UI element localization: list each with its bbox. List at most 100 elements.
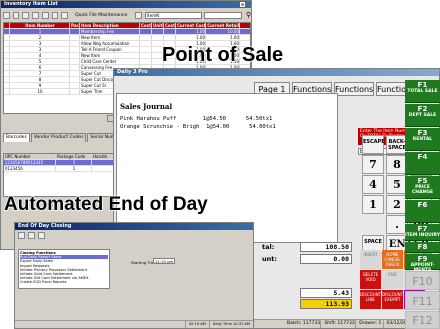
table-cell: [164, 29, 176, 34]
table-cell: 3: [10, 41, 70, 46]
table-cell: 0123456: [4, 166, 56, 171]
amount-value: 0.00: [300, 254, 352, 264]
f8-key[interactable]: F8: [405, 242, 440, 253]
point-of-sale-caption: Point of Sale: [161, 43, 284, 67]
column-header[interactable]: UnitFI: [152, 23, 164, 28]
column-header[interactable]: Current Cost: [176, 23, 206, 28]
binoculars-icon[interactable]: ⚲: [246, 11, 251, 19]
table-cell: Membership Fee: [80, 29, 140, 34]
key-7[interactable]: 7: [362, 155, 384, 174]
column-header[interactable]: Handle: [92, 154, 114, 159]
quick-file-maintenance-label: Quick File Maintenance: [75, 12, 128, 18]
table-cell: 2: [10, 35, 70, 40]
sales-journal-title: Sales Journal: [120, 102, 173, 111]
f3-rental-key[interactable]: F3 RENTAL: [405, 128, 440, 151]
run-icon[interactable]: [18, 232, 25, 239]
settings-icon[interactable]: [28, 232, 35, 239]
table-cell: 5: [10, 59, 70, 64]
drawer-status: Drawer: 1: [356, 320, 384, 328]
fkey-label: F1: [417, 81, 428, 89]
eod-toolbar: [18, 232, 48, 239]
delete-void-key[interactable]: DELETE VOID: [360, 270, 381, 289]
key-4[interactable]: 4: [362, 175, 384, 194]
table-cell: [140, 41, 152, 46]
fkey-caption: RENTAL: [412, 137, 433, 142]
insert-key[interactable]: INSERT: [360, 250, 381, 269]
table-cell: [70, 65, 80, 70]
f1-total-sale-key[interactable]: F1 TOTAL SALE: [405, 80, 440, 103]
discount-line-key[interactable]: DISCOUNT LINE: [360, 290, 381, 309]
eod-status-time: 02:19 AM: [184, 321, 209, 328]
column-header[interactable]: Current Retail: [206, 23, 240, 28]
filter-icon[interactable]: [135, 11, 142, 19]
f10-key[interactable]: F10: [405, 271, 440, 290]
tab-vendor-product-codes[interactable]: Vendor Product Codes: [30, 133, 87, 142]
open-icon[interactable]: [12, 11, 20, 19]
escape-key[interactable]: ESCAPE: [362, 135, 385, 154]
column-header[interactable]: Item Description: [80, 23, 140, 28]
column-header[interactable]: CostF: [164, 23, 176, 28]
f7-item-inquiry-key[interactable]: F7 ITEM INQUIRY: [405, 224, 440, 241]
column-header[interactable]: Cost: [140, 23, 152, 28]
table-cell: [70, 47, 80, 52]
search-icon[interactable]: [51, 11, 59, 19]
fkey-label: F3: [417, 129, 428, 137]
f11-key[interactable]: F11: [405, 291, 440, 310]
journal-line[interactable]: Pink Harahou Puff 1@54.50 54.50tx1: [120, 116, 272, 122]
eod-title: End Of Day Closing: [18, 223, 72, 229]
f5-price-change-key[interactable]: F5 PRICE CHANGE: [405, 176, 440, 199]
table-cell: New Item: [80, 53, 140, 58]
save-icon[interactable]: [22, 11, 30, 19]
inventory-title: Inventory Item List: [4, 1, 58, 7]
print-icon[interactable]: [61, 11, 69, 19]
exit-icon[interactable]: [38, 232, 45, 239]
subtotal-value: 108.50: [300, 242, 352, 252]
column-header[interactable]: Package Code: [56, 154, 92, 159]
journal-line[interactable]: Orange Scrunchie - Brigh 1@54.00 54.00tx…: [120, 124, 276, 130]
new-icon[interactable]: [3, 11, 10, 19]
close-icon[interactable]: ×: [240, 2, 245, 7]
column-header[interactable]: PackF: [70, 23, 80, 28]
table-cell: Allow Neg Accumulation: [80, 41, 140, 46]
table-cell: [92, 166, 114, 171]
table-cell: 1.00: [206, 35, 240, 40]
eod-status-bar: 02:19 AM Daily Time 10:37 AM: [15, 320, 253, 328]
fkey-label: F6: [417, 201, 428, 209]
table-cell: New Item: [80, 35, 140, 40]
fkey-caption: ITEM INQUIRY: [405, 233, 440, 238]
f6-key[interactable]: F6: [405, 200, 440, 223]
f4-key[interactable]: F4: [405, 152, 440, 175]
search-field-select[interactable]: ItemN: [144, 11, 202, 19]
tax-value: 5.43: [300, 288, 352, 298]
tab-barcodes[interactable]: Barcodes: [3, 133, 30, 142]
column-header[interactable]: Item Number: [10, 23, 70, 28]
table-cell: [152, 35, 164, 40]
discount-exempt-key[interactable]: DISCOUNT EXEMPT: [382, 290, 403, 309]
pos-title: Daily 3 Pro: [117, 69, 148, 75]
table-row[interactable]: 0123456 1: [4, 166, 114, 172]
column-header[interactable]: UPC Number: [4, 154, 56, 159]
total-value: 113.93: [300, 299, 352, 309]
end-key[interactable]: END: [382, 270, 403, 289]
f2-dept-sale-key[interactable]: F2 DEPT SALE: [405, 104, 440, 127]
table-cell: 7: [10, 71, 70, 76]
inventory-title-bar: Inventory Item List: [1, 1, 251, 8]
fkey-label: F4: [417, 153, 428, 161]
table-cell: [70, 83, 80, 88]
upc-grid: UPC Number Package Code Handle 12345678901…: [3, 153, 115, 197]
list-item[interactable]: Create EOD Excel Reports: [20, 280, 108, 284]
home-cancel-check-key[interactable]: HOME CANCEL CHECK: [382, 250, 403, 269]
table-cell: [70, 77, 80, 82]
delete-icon[interactable]: [32, 11, 39, 19]
refresh-icon[interactable]: [41, 11, 49, 19]
f9-appointments-key[interactable]: F9APPOINT-MENTS: [405, 254, 440, 273]
starting-time-input[interactable]: 11:15 pm: [153, 258, 175, 264]
tab-functions-2[interactable]: Functions: [334, 82, 374, 96]
search-input[interactable]: [203, 11, 242, 19]
table-cell: [70, 71, 80, 76]
table-cell: [164, 35, 176, 40]
table-cell: 1: [56, 160, 92, 165]
f12-key[interactable]: F12: [405, 311, 440, 329]
key-1[interactable]: 1: [362, 195, 384, 214]
table-cell: 1.00: [176, 29, 206, 34]
